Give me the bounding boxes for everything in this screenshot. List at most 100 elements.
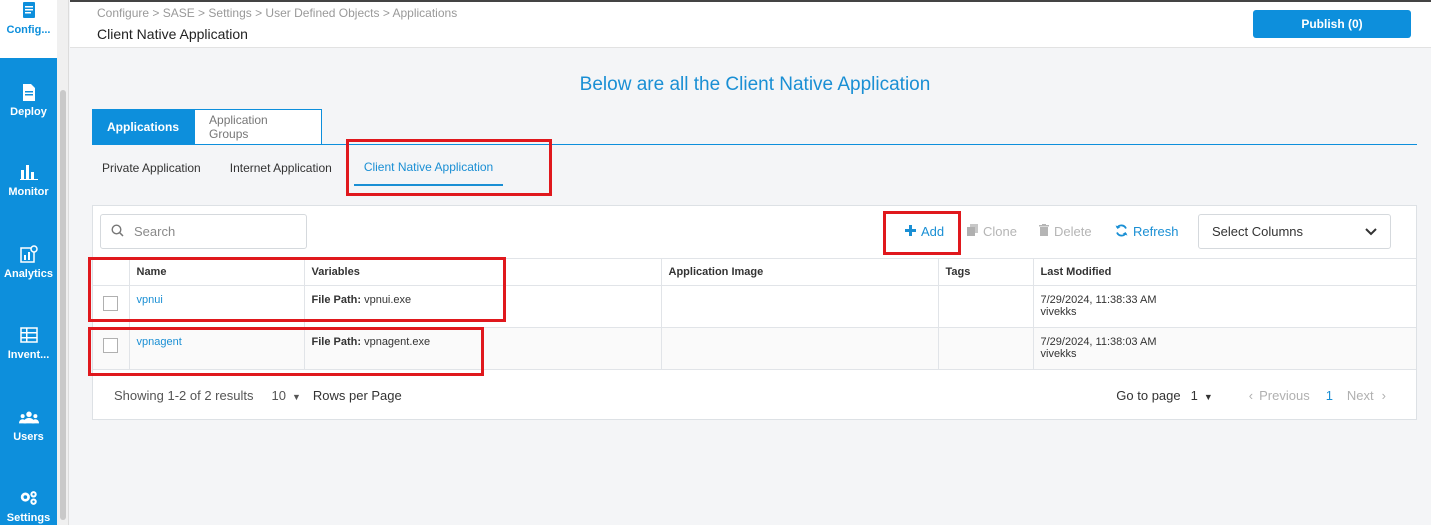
chevron-right-icon: › [1381, 388, 1386, 403]
scrollbar-thumb[interactable] [60, 90, 66, 520]
breadcrumb[interactable]: Configure > SASE > Settings > User Defin… [97, 6, 457, 20]
select-columns-dropdown[interactable]: Select Columns [1198, 214, 1391, 249]
nav-scrollbar[interactable] [57, 0, 69, 525]
search-box[interactable] [100, 214, 307, 249]
variables-cell: File Path: vpnui.exe [303, 285, 661, 328]
nav-label: Settings [6, 512, 51, 524]
column-header-name[interactable]: Name [128, 258, 304, 286]
previous-page-button[interactable]: Previous [1259, 388, 1310, 403]
column-header-tags[interactable]: Tags [937, 258, 1033, 286]
rows-per-page-value: 10 [271, 388, 286, 403]
goto-page-select[interactable]: 1 ▼ [1191, 388, 1213, 403]
section-title: Below are all the Client Native Applicat… [579, 74, 931, 95]
refresh-button-wrap: Refresh [1115, 219, 1179, 244]
caret-down-icon: ▼ [291, 392, 301, 402]
search-input[interactable] [134, 224, 284, 239]
delete-button[interactable]: Delete [1039, 224, 1092, 239]
app-tabs: Applications Application Groups [92, 109, 323, 145]
tab-divider [92, 144, 1417, 145]
application-type-tabs: Private Application Internet Application… [92, 150, 512, 186]
delete-label: Delete [1054, 224, 1092, 239]
nav-item-configure[interactable]: Config... [0, 0, 57, 58]
subtab-private-application[interactable]: Private Application [92, 150, 211, 186]
table-header-row: Name Variables Application Image Tags La… [93, 258, 1416, 286]
name-cell: vpnui [128, 285, 304, 328]
refresh-button[interactable]: Refresh [1115, 224, 1179, 240]
select-all-header[interactable] [93, 258, 129, 286]
nav-item-users[interactable]: Users [0, 385, 57, 465]
refresh-label: Refresh [1133, 224, 1179, 239]
variables-cell: File Path: vpnagent.exe [303, 327, 661, 370]
caret-down-icon: ▼ [1203, 392, 1213, 402]
nav-item-deploy[interactable]: Deploy [0, 60, 57, 140]
variable-key: File Path: [311, 294, 362, 306]
rows-per-page-label: Rows per Page [312, 388, 402, 403]
page-title: Client Native Application [97, 26, 248, 42]
rows-per-page-select[interactable]: 10 ▼ [271, 388, 300, 403]
goto-page-value: 1 [1190, 388, 1198, 403]
tab-applications[interactable]: Applications [92, 109, 195, 145]
delete-button-wrap: Delete [1039, 219, 1092, 244]
current-page-number[interactable]: 1 [1326, 388, 1333, 403]
column-header-application-image[interactable]: Application Image [660, 258, 938, 286]
column-header-last-modified[interactable]: Last Modified [1032, 258, 1416, 286]
pager-right: Go to page 1 ▼ ‹ Previous 1 Next › [1116, 388, 1386, 403]
deploy-icon [19, 82, 39, 102]
page-header: Configure > SASE > Settings > User Defin… [70, 0, 1431, 48]
nav-label: Deploy [10, 106, 47, 118]
applications-table: Name Variables Application Image Tags La… [93, 258, 1416, 370]
nav-item-inventory[interactable]: Invent... [0, 303, 57, 383]
goto-page-label: Go to page [1116, 388, 1181, 403]
nav-label: Invent... [7, 349, 50, 361]
name-cell: vpnagent [128, 327, 304, 370]
pagination-bar: Showing 1-2 of 2 results 10 ▼ Rows per Pa… [93, 381, 1416, 411]
publish-button[interactable]: Publish (0) [1253, 10, 1411, 38]
analytics-icon [19, 244, 39, 264]
add-button[interactable]: Add [905, 224, 944, 239]
application-name-link[interactable]: vpnui [137, 294, 163, 306]
application-name-link[interactable]: vpnagent [137, 336, 182, 348]
bar-chart-icon [19, 162, 39, 182]
nav-item-settings[interactable]: Settings [0, 466, 57, 525]
users-icon [18, 407, 39, 427]
clone-button[interactable]: Clone [967, 224, 1017, 239]
left-nav: Config... Deploy Monitor Analytics Inven… [0, 0, 57, 525]
main-content: Below are all the Client Native Applicat… [70, 50, 1431, 525]
clone-label: Clone [983, 224, 1017, 239]
trash-icon [1039, 224, 1049, 239]
nav-label: Analytics [4, 268, 53, 280]
chevron-left-icon: ‹ [1248, 388, 1254, 403]
plus-icon [905, 224, 916, 239]
nav-label: Monitor [8, 186, 49, 198]
row-checkbox-cell [93, 285, 129, 328]
nav-item-monitor[interactable]: Monitor [0, 140, 57, 220]
variable-value: vpnagent.exe [364, 336, 431, 348]
subtab-client-native-application[interactable]: Client Native Application [353, 150, 504, 186]
row-checkbox[interactable] [103, 338, 118, 353]
modified-date: 7/29/2024, 11:38:33 AM [1040, 294, 1157, 306]
gears-icon [19, 488, 39, 508]
modified-date: 7/29/2024, 11:38:03 AM [1040, 336, 1157, 348]
modified-by: vivekks [1040, 306, 1077, 318]
column-header-variables[interactable]: Variables [303, 258, 661, 286]
clone-button-wrap: Clone [967, 219, 1017, 244]
last-modified-cell: 7/29/2024, 11:38:33 AM vivekks [1032, 285, 1416, 328]
next-page-button[interactable]: Next [1347, 388, 1374, 403]
modified-by: vivekks [1040, 348, 1077, 360]
row-checkbox[interactable] [103, 296, 118, 311]
add-button-wrap: Add [905, 219, 944, 244]
refresh-icon [1115, 224, 1128, 240]
document-icon [19, 0, 39, 20]
table-row[interactable]: vpnui File Path: vpnui.exe 7/29/2024, 11… [93, 285, 1416, 328]
select-columns-label: Select Columns [1212, 224, 1304, 239]
tab-application-groups[interactable]: Application Groups [194, 109, 323, 145]
application-image-cell [660, 327, 938, 370]
table-row[interactable]: vpnagent File Path: vpnagent.exe 7/29/20… [93, 327, 1416, 370]
pager-left: Showing 1-2 of 2 results 10 ▼ Rows per Pa… [114, 388, 402, 403]
nav-item-analytics[interactable]: Analytics [0, 222, 57, 302]
applications-panel: Add Clone Delete Refresh Select Columns [92, 205, 1417, 420]
add-label: Add [921, 224, 945, 239]
search-icon [111, 223, 124, 240]
subtab-internet-application[interactable]: Internet Application [220, 150, 342, 186]
variable-value: vpnui.exe [364, 294, 412, 306]
